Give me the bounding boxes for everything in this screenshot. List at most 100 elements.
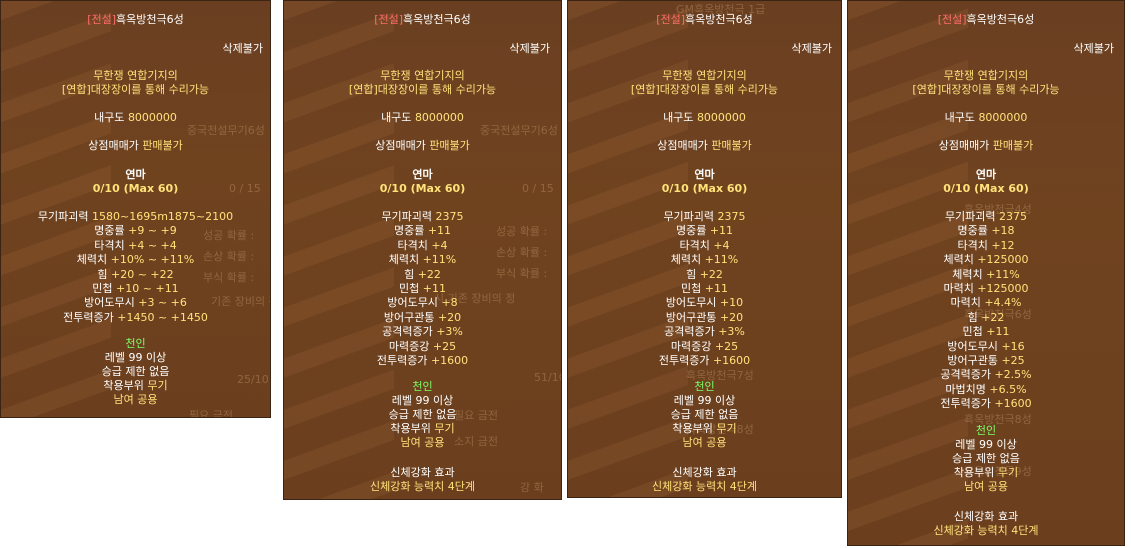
stat-value: +4: [431, 238, 448, 252]
bg-text-8: 필요 금전: [189, 409, 233, 418]
body-enhance-title: 신체강화 효과: [953, 509, 1019, 523]
stat-row: 명중률 +18: [848, 224, 1124, 238]
undeletable-label: 삭제불가: [222, 42, 263, 55]
required-rank: 승급 제한 없음: [101, 365, 170, 379]
stat-row: 방어도무시 +8: [284, 296, 561, 310]
repair-info-2: [연합]대장장이를 통해 수리가능: [630, 83, 779, 96]
shop-price-row: 상점매매가 판매불가: [568, 139, 841, 153]
refine-label: 연마: [412, 168, 433, 181]
tier-label: 천인: [125, 337, 146, 351]
durability-value: 8000000: [696, 111, 746, 124]
stat-label: 공격력증가: [382, 325, 433, 339]
stat-label: 마력증강: [670, 339, 712, 353]
body-enhance-title: 신체강화 효과: [390, 466, 455, 480]
equip-slot-label: 착용부위: [103, 379, 144, 393]
equip-slot-label: 착용부위: [672, 422, 713, 436]
stat-row: 무기파괴력 2375: [284, 210, 561, 224]
stat-row: 방어구관통 +20: [568, 311, 841, 325]
gender-restriction: 남여 공용: [113, 393, 158, 407]
body-enhance-value: 신체강화 능력치 4단계: [651, 480, 758, 494]
stat-label: 타격치: [397, 238, 428, 252]
stat-value: +22: [981, 310, 1005, 324]
shop-price-label: 상점매매가: [375, 139, 426, 152]
durability-row: 내구도 8000000: [848, 111, 1124, 125]
stat-value: +125000: [977, 282, 1029, 295]
item-grade: [전설]: [87, 13, 117, 26]
stat-label: 명중률: [393, 224, 425, 238]
stat-value: +1600: [430, 354, 469, 367]
stat-value: +11: [427, 224, 452, 238]
item-title: [전설]흑옥방천극6성: [284, 13, 561, 27]
stat-label: 방어도무시: [665, 296, 717, 310]
stat-row: 공격력증가 +3%: [568, 325, 841, 339]
equip-slot-row: 착용부위 무기: [284, 422, 561, 436]
item-name: 흑옥방천극6성: [966, 13, 1035, 26]
required-level: 레벨 99 이상: [673, 394, 736, 408]
stat-value: +10% ~ +11%: [110, 253, 195, 267]
shop-price-label: 상점매매가: [657, 139, 708, 152]
stat-value: +8: [441, 296, 458, 310]
stat-label: 공격력증가: [940, 368, 991, 382]
stat-value: +20: [719, 310, 744, 324]
required-level: 레벨 99 이상: [955, 437, 1017, 451]
stat-row: 힘 +22: [568, 268, 841, 282]
durability-row: 내구도 8000000: [1, 111, 270, 125]
stat-value: +6.5%: [989, 382, 1027, 396]
equip-slot-row: 착용부위 무기: [1, 379, 270, 393]
stat-row: 전투력증가 +1450 ~ +1450: [1, 311, 270, 325]
stat-row: 체력치 +11%: [284, 253, 561, 267]
stat-label: 방어구관통: [947, 354, 998, 367]
durability-label: 내구도: [381, 111, 412, 124]
body-enhance-title: 신체강화 효과: [672, 466, 737, 480]
stat-value: +3 ~ +6: [138, 296, 187, 310]
durability-row: 내구도 8000000: [568, 111, 841, 125]
item-grade: [전설]: [937, 13, 967, 26]
stat-row: 힘 +22: [848, 311, 1124, 325]
stat-value: +11: [422, 282, 446, 295]
stat-row: 전투력증가 +1600: [848, 397, 1124, 411]
stat-label: 명중률: [94, 224, 125, 238]
stat-row: 명중률 +11: [568, 224, 841, 238]
stat-value: +3%: [718, 325, 745, 339]
undeletable-label: 삭제불가: [791, 42, 832, 55]
stat-value: 1580~1695m1875~2100: [91, 210, 234, 223]
equip-slot-value: 무기: [997, 465, 1019, 479]
stat-row: 마력증강 +25: [284, 340, 561, 354]
stat-row: 무기파괴력 2375: [568, 210, 841, 224]
item-grade: [전설]: [656, 13, 686, 26]
tier-label: 천인: [412, 380, 433, 394]
item-name: 흑옥방천극6성: [116, 13, 184, 26]
body-enhance-value: 신체강화 능력치 4단계: [933, 523, 1039, 537]
gender-restriction: 남여 공용: [400, 436, 445, 450]
tier-label: 천인: [975, 423, 997, 437]
undeletable-label: 삭제불가: [509, 42, 550, 55]
stat-row: 공격력증가 +3%: [284, 325, 561, 339]
stat-label: 힘: [967, 310, 978, 324]
stat-label: 무기파괴력: [381, 210, 433, 223]
refine-label: 연마: [975, 168, 997, 181]
stat-row: 마력치 +4.4%: [848, 296, 1124, 310]
refine-value: 0/10 (Max 60): [943, 182, 1029, 195]
durability-label: 내구도: [94, 111, 125, 124]
stat-row: 방어도무시 +3 ~ +6: [1, 296, 270, 310]
gender-restriction: 남여 공용: [964, 479, 1008, 493]
refine-label: 연마: [694, 168, 715, 181]
refine-value: 0/10 (Max 60): [661, 182, 748, 195]
stat-row: 민첩 +10 ~ +11: [1, 282, 270, 296]
repair-info-1: 무한쟁 연합기지의: [662, 69, 747, 82]
required-rank: 승급 제한 없음: [670, 408, 739, 422]
body-enhance-value: 신체강화 능력치 4단계: [369, 480, 476, 494]
equip-slot-row: 착용부위 무기: [568, 422, 841, 436]
shop-price-value: 판매불가: [142, 139, 183, 152]
refine-value: 0/10 (Max 60): [379, 182, 466, 195]
durability-label: 내구도: [944, 111, 975, 124]
stat-value: +10 ~ +11: [116, 282, 179, 295]
stat-label: 무기파괴력: [944, 210, 996, 223]
equip-slot-value: 무기: [716, 422, 737, 436]
item-tooltip-panel-2: 중국전설무기6성 0 / 15 성공 확률 : 손상 확률 : 부식 확률 : …: [283, 0, 562, 500]
stat-value: +9 ~ +9: [128, 224, 177, 238]
stat-label: 체력치: [670, 253, 702, 267]
repair-info-1: 무한쟁 연합기지의: [943, 69, 1029, 82]
stat-value: 2375: [999, 210, 1028, 223]
stat-value: 2375: [435, 210, 464, 223]
